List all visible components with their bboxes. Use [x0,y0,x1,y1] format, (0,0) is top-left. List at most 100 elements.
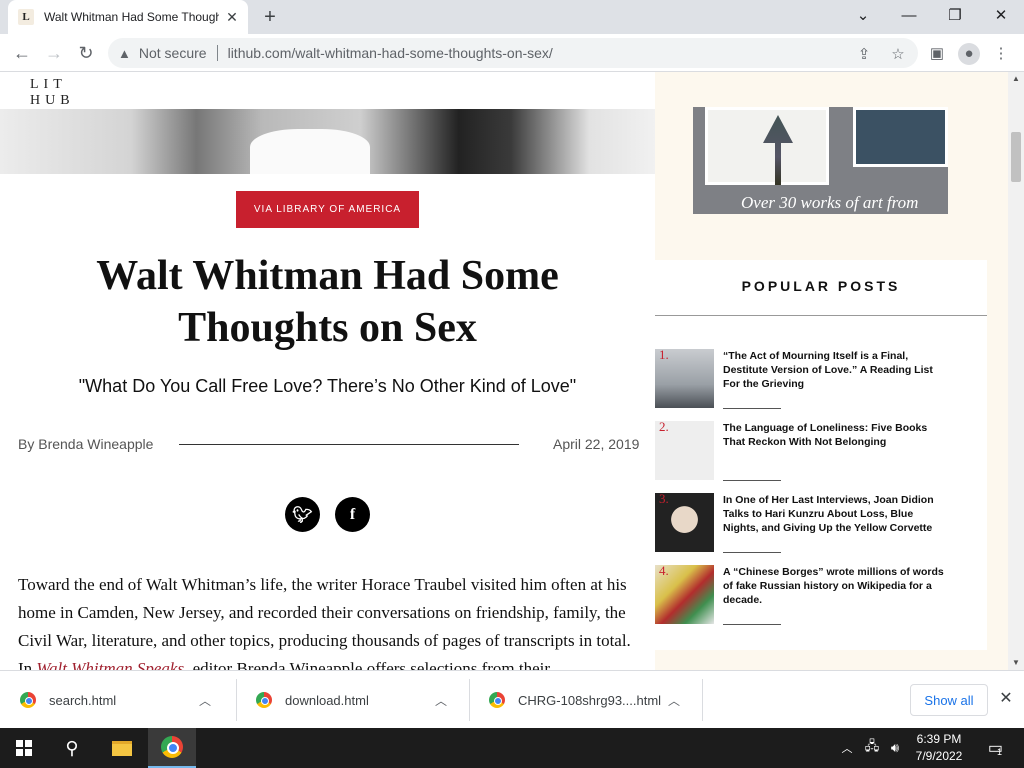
lithub-favicon-icon: L [18,9,34,25]
hero-image [0,109,655,174]
notification-count: 1 [997,747,1003,757]
warning-icon[interactable]: ▲ [118,46,131,61]
clock-date: 7/9/2022 [915,749,963,763]
facebook-share-icon[interactable]: f [335,497,370,532]
tab-title: Walt Whitman Had Some Thoughts on Sex [44,10,219,24]
scroll-thumb[interactable] [1011,132,1021,182]
back-icon[interactable]: ← [10,41,34,65]
publish-date: April 22, 2019 [553,436,640,452]
downloads-bar: search.html ︿ download.html ︿ CHRG-108sh… [0,670,1024,728]
twitter-share-icon[interactable]: 🐦︎ [285,497,320,532]
byline-divider [179,444,519,445]
popular-post[interactable]: 4. A “Chinese Borges” wrote millions of … [655,563,987,635]
download-filename[interactable]: download.html [285,693,435,708]
post-title[interactable]: A “Chinese Borges” wrote millions of wor… [723,565,948,607]
close-tab-icon[interactable]: ✕ [224,9,240,25]
plant-illustration [763,115,793,185]
close-window-icon[interactable]: ✕ [978,4,1024,28]
popular-post[interactable]: 1. “The Act of Mourning Itself is a Fina… [655,347,987,419]
body-text-part1: Toward the end of Walt Whitman’s life, t… [18,575,631,670]
chrome-file-icon [20,692,36,708]
logo-line-1: LIT [30,77,67,92]
side-panel-icon[interactable]: ▣ [926,43,948,65]
art-card-figure [853,107,948,167]
post-number: 1. [659,347,669,362]
chrome-file-icon [256,692,272,708]
show-all-button[interactable]: Show all [910,684,988,716]
scroll-up-icon[interactable]: ▲ [1008,72,1024,86]
browser-toolbar: ← → ↻ ▲ Not secure lithub.com/walt-whitm… [0,34,1024,72]
scroll-down-icon[interactable]: ▼ [1008,656,1024,670]
security-label[interactable]: Not secure [139,45,207,61]
hero-collar-shape [250,129,370,174]
post-divider [723,552,781,553]
body-text-part2: , editor Brenda Wineapple offers selecti… [184,659,551,670]
post-number: 3. [659,491,669,506]
post-number: 2. [659,419,669,434]
close-downloads-icon[interactable]: ✕ [996,689,1016,709]
popular-post[interactable]: 2. The Language of Loneliness: Five Book… [655,419,987,491]
browser-tab[interactable]: L Walt Whitman Had Some Thoughts on Sex … [8,0,248,34]
menu-kebab-icon[interactable]: ⋮ [990,43,1012,65]
post-title[interactable]: “The Act of Mourning Itself is a Final, … [723,349,948,391]
post-title[interactable]: The Language of Loneliness: Five Books T… [723,421,948,449]
book-link[interactable]: Walt Whitman Speaks [36,659,184,670]
category-badge[interactable]: VIA LIBRARY OF AMERICA [236,191,419,228]
popular-posts-heading: POPULAR POSTS [741,278,901,294]
forward-icon[interactable]: → [42,41,66,65]
lithub-logo[interactable]: LIT HUB [30,77,75,109]
ad-artwork-image[interactable]: Over 30 works of art from [693,107,948,214]
post-divider [723,480,781,481]
tab-strip: L Walt Whitman Had Some Thoughts on Sex … [0,0,1024,34]
popular-posts-divider [655,315,987,316]
windows-taskbar: ⚲ ︿ 🖧︎ 🔊︎ 6:39 PM 7/9/2022 ▭ 1 [0,728,1024,768]
logo-line-2: HUB [30,93,75,108]
chevron-up-icon[interactable]: ︿ [435,692,447,709]
omnibox-divider [216,45,218,61]
start-button[interactable] [0,728,48,768]
art-caption: Over 30 works of art from [741,193,919,212]
art-card-plant [705,107,829,185]
notification-icon[interactable]: ▭ 1 [980,728,1010,768]
system-clock[interactable]: 6:39 PM 7/9/2022 [905,731,973,765]
post-number: 4. [659,563,669,578]
download-divider [702,679,703,721]
article-subtitle: "What Do You Call Free Love? There’s No … [78,376,577,396]
volume-icon[interactable]: 🔊︎ [884,728,906,768]
chevron-up-icon[interactable]: ︿ [199,692,211,709]
file-explorer-icon[interactable] [98,728,146,768]
share-icon[interactable]: ⇪ [854,45,874,63]
page-viewport: LIT HUB Over 30 works of art from VIA LI… [0,72,1008,670]
network-icon[interactable]: 🖧︎ [860,728,884,768]
tray-chevron-icon[interactable]: ︿ [838,728,856,768]
page-scrollbar[interactable]: ▲ ▼ [1008,72,1024,670]
chrome-taskbar-icon[interactable] [148,728,196,768]
download-filename[interactable]: search.html [49,693,199,708]
download-filename[interactable]: CHRG-108shrg93....html [518,693,668,708]
url-text[interactable]: lithub.com/walt-whitman-had-some-thought… [228,45,553,61]
download-item[interactable]: CHRG-108shrg93....html ︿ [469,679,702,721]
search-icon[interactable]: ⚲ [48,728,96,768]
download-item[interactable]: search.html ︿ [0,679,233,721]
bookmark-star-icon[interactable]: ☆ [888,45,908,63]
article-title: Walt Whitman Had Some Thoughts on Sex [96,253,559,351]
address-bar[interactable]: ▲ Not secure lithub.com/walt-whitman-had… [108,38,918,68]
popular-posts: POPULAR POSTS 1. “The Act of Mourning It… [655,260,987,650]
post-title[interactable]: In One of Her Last Interviews, Joan Didi… [723,493,948,535]
restore-icon[interactable]: ❐ [932,4,978,28]
post-divider [723,624,781,625]
minimize-icon[interactable]: — [886,4,932,28]
post-divider [723,408,781,409]
tab-search-icon[interactable]: ⌄ [840,4,886,28]
windows-logo-icon [16,740,32,756]
new-tab-icon[interactable]: + [259,6,281,28]
download-item[interactable]: download.html ︿ [236,679,469,721]
chrome-file-icon [489,692,505,708]
byline[interactable]: By Brenda Wineapple [18,436,153,452]
clock-time: 6:39 PM [916,732,962,746]
popular-post[interactable]: 3. In One of Her Last Interviews, Joan D… [655,491,987,563]
chevron-up-icon[interactable]: ︿ [668,692,680,709]
reload-icon[interactable]: ↻ [74,41,98,65]
article-body: Toward the end of Walt Whitman’s life, t… [18,571,638,670]
profile-avatar-icon[interactable]: ● [958,43,980,65]
